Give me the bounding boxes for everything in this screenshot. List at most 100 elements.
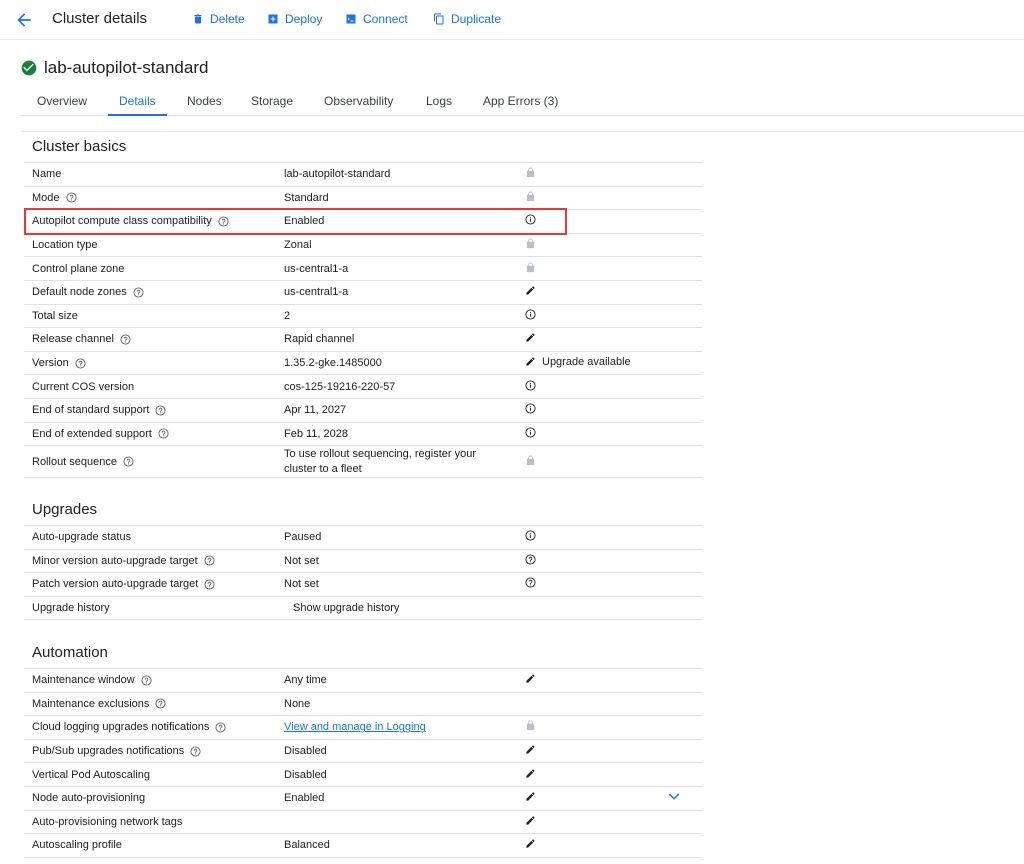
lock-icon — [526, 262, 535, 272]
help-icon[interactable] — [155, 405, 166, 416]
tab-overview[interactable]: Overview — [37, 94, 87, 116]
row-label: Autoscaling profile — [24, 833, 276, 858]
table-row: Vertical Pod Autoscaling Disabled — [24, 762, 702, 787]
lock-icon — [526, 167, 535, 178]
info-icon[interactable] — [525, 380, 536, 391]
help-icon[interactable] — [158, 428, 169, 439]
help-icon[interactable] — [218, 216, 229, 227]
chevron-down-icon[interactable] — [668, 792, 680, 802]
edit-icon[interactable] — [525, 768, 536, 779]
table-row: Mode Standard — [24, 186, 702, 211]
help-icon[interactable] — [65, 192, 77, 204]
edit-icon[interactable] — [525, 673, 536, 684]
show-upgrade-history-button[interactable]: Show upgrade history — [284, 602, 399, 614]
info-icon[interactable] — [525, 403, 536, 414]
edit-icon[interactable] — [525, 838, 536, 849]
help-icon[interactable] — [215, 722, 226, 733]
row-label: Release channel — [32, 333, 114, 346]
section-title-upgrades: Upgrades — [32, 501, 98, 518]
copy-icon — [434, 13, 444, 25]
connect-label: Connect — [363, 12, 408, 26]
info-icon[interactable] — [525, 214, 536, 226]
table-row: Current COS version cos-125-19216-220-57 — [24, 374, 702, 399]
delete-label: Delete — [210, 12, 245, 26]
edit-icon[interactable] — [525, 791, 536, 802]
edit-icon[interactable] — [525, 332, 536, 343]
row-value: cos-125-19216-220-57 — [276, 374, 517, 399]
row-label: Mode — [32, 191, 60, 204]
row-value — [276, 810, 517, 835]
row-label: Maintenance exclusions — [32, 697, 150, 710]
row-value: Balanced — [276, 833, 517, 858]
deploy-button[interactable]: Deploy — [267, 12, 322, 26]
row-label: Maintenance window — [32, 674, 135, 687]
table-row: Name lab-autopilot-standard — [24, 162, 702, 187]
lock-icon — [526, 238, 535, 249]
row-label: Node auto-provisioning — [24, 786, 276, 811]
tab-observability[interactable]: Observability — [324, 94, 393, 116]
table-row: Minor version auto-upgrade target Not se… — [24, 549, 702, 574]
info-icon[interactable] — [525, 309, 536, 320]
edit-icon[interactable] — [525, 744, 536, 755]
info-icon[interactable] — [525, 530, 536, 541]
table-row: Upgrade history Show upgrade history — [24, 596, 702, 621]
tab-nodes[interactable]: Nodes — [187, 94, 222, 116]
table-row: Node auto-provisioning Enabled — [24, 786, 702, 811]
view-logging-link[interactable]: View and manage in Logging — [284, 721, 426, 733]
help-icon[interactable] — [204, 579, 215, 590]
lock-icon — [526, 720, 535, 731]
automation-table: Maintenance window Any time Maintenance … — [24, 668, 702, 858]
delete-button[interactable]: Delete — [192, 12, 245, 26]
section-title-automation: Automation — [32, 644, 108, 661]
table-row: Maintenance window Any time — [24, 668, 702, 693]
row-label: Location type — [24, 233, 276, 258]
help-icon[interactable] — [141, 675, 152, 686]
row-value: Enabled — [276, 209, 517, 234]
tab-storage[interactable]: Storage — [251, 94, 293, 116]
content-divider — [21, 131, 1024, 132]
help-icon[interactable] — [525, 577, 536, 589]
row-label: End of standard support — [32, 404, 150, 417]
row-label: Rollout sequence — [32, 455, 118, 468]
tab-app-errors[interactable]: App Errors (3) — [483, 94, 558, 116]
row-value: us-central1-a — [276, 280, 517, 305]
back-arrow-icon[interactable] — [14, 10, 34, 30]
table-row: Release channel Rapid channel — [24, 327, 702, 352]
help-icon[interactable] — [133, 287, 144, 298]
connect-button[interactable]: Connect — [345, 12, 408, 26]
cluster-heading: lab-autopilot-standard — [21, 58, 208, 78]
edit-icon[interactable] — [525, 285, 536, 296]
info-icon[interactable] — [525, 427, 536, 438]
row-value: Any time — [276, 668, 517, 693]
table-row: Auto-upgrade status Paused — [24, 525, 702, 550]
row-label: Control plane zone — [24, 256, 276, 281]
row-label: Auto-upgrade status — [24, 525, 276, 550]
row-label: Vertical Pod Autoscaling — [24, 762, 276, 787]
row-label: Total size — [24, 304, 276, 329]
help-icon[interactable] — [75, 358, 86, 369]
upgrade-available-button[interactable]: Upgrade available — [525, 356, 631, 368]
top-bar: Cluster details Delete Deploy Connect Du… — [0, 0, 1024, 40]
table-row: Version 1.35.2-gke.1485000 Upgrade avail… — [24, 351, 702, 376]
trash-icon — [194, 14, 202, 24]
duplicate-button[interactable]: Duplicate — [433, 12, 501, 26]
help-icon[interactable] — [525, 554, 536, 565]
row-value: Not set — [276, 572, 517, 597]
table-row: Maintenance exclusions None — [24, 692, 702, 717]
upgrade-available-label: Upgrade available — [542, 355, 631, 368]
help-icon[interactable] — [204, 555, 215, 567]
table-row: Location type Zonal — [24, 233, 702, 258]
help-icon[interactable] — [123, 456, 134, 467]
table-row: Cloud logging upgrades notifications Vie… — [24, 715, 702, 740]
tab-details[interactable]: Details — [108, 94, 167, 116]
edit-icon[interactable] — [525, 815, 536, 826]
table-row: Rollout sequence To use rollout sequenci… — [24, 445, 702, 479]
help-icon[interactable] — [155, 698, 166, 710]
help-icon[interactable] — [120, 334, 131, 345]
tab-logs[interactable]: Logs — [426, 94, 452, 116]
cluster-name: lab-autopilot-standard — [44, 58, 209, 77]
row-value: Disabled — [276, 739, 517, 764]
table-row: End of standard support Apr 11, 2027 — [24, 398, 702, 423]
help-icon[interactable] — [190, 746, 201, 757]
row-label: Autopilot compute class compatibility — [32, 215, 212, 228]
